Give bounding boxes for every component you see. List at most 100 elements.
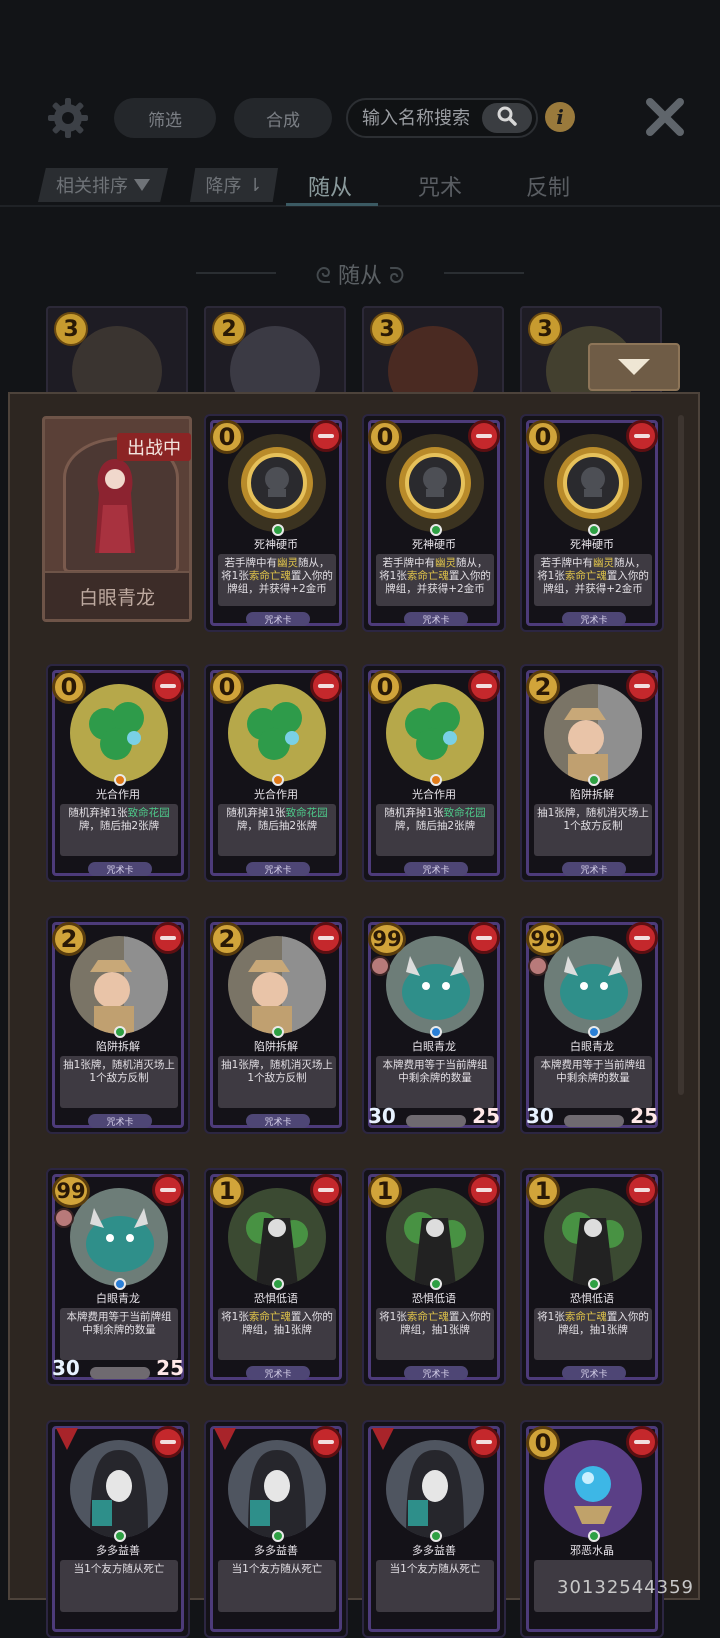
card-cost: 0 [368,420,402,454]
card-art [228,684,326,782]
remove-card-button[interactable] [310,922,342,954]
minus-icon [634,684,650,688]
tab-counters[interactable]: 反制 [526,170,570,202]
list-item[interactable]: 2 [204,306,346,402]
craft-button[interactable]: 合成 [234,98,332,138]
card-art [70,1440,168,1538]
deck-card[interactable]: 多多益善 当1个友方随从死亡 [204,1420,348,1638]
deck-card[interactable]: 1 恐惧低语 将1张索命亡魂置入你的牌组，抽1张牌 咒术卡 [520,1168,664,1386]
minus-icon [634,1440,650,1444]
hero-card[interactable]: 出战中 白眼青龙 [42,416,192,622]
card-gem [430,1026,442,1038]
remove-card-button[interactable] [152,1426,184,1458]
remove-card-button[interactable] [152,922,184,954]
card-gem [272,1026,284,1038]
list-item[interactable]: 3 [46,306,188,402]
card-type: 咒术卡 [562,862,626,876]
card-gem [430,1530,442,1542]
search-input[interactable] [360,106,492,130]
scrollbar[interactable] [678,415,684,1095]
remove-card-button[interactable] [152,1174,184,1206]
card-art [386,434,484,532]
remove-card-button[interactable] [468,922,500,954]
card-type: 咒术卡 [88,1114,152,1128]
deck-card[interactable]: 1 恐惧低语 将1张索命亡魂置入你的牌组，抽1张牌 咒术卡 [204,1168,348,1386]
filter-button[interactable]: 筛选 [114,98,216,138]
card-gem [272,774,284,786]
deck-card[interactable]: 0 死神硬币 若手牌中有幽灵随从，将1张索命亡魂置入你的牌组，并获得+2金币 咒术卡 [362,414,506,632]
card-description: 本牌费用等于当前牌组中剩余牌的数量 [60,1308,178,1360]
order-sort-button[interactable]: 降序 ⇂ [190,168,278,202]
card-cost: 99 [52,1174,90,1208]
remove-card-button[interactable] [468,670,500,702]
sort-desc-icon: ⇂ [247,174,263,196]
remove-card-button[interactable] [310,670,342,702]
card-type: 咒术卡 [246,1114,310,1128]
remove-card-button[interactable] [626,922,658,954]
minus-icon [318,1440,334,1444]
card-art [228,434,326,532]
info-icon[interactable]: i [545,102,575,132]
deck-card[interactable]: 0 光合作用 随机弃掉1张致命花园牌，随后抽2张牌 咒术卡 [204,664,348,882]
card-description: 当1个友方随从死亡 [376,1560,494,1612]
card-description: 本牌费用等于当前牌组中剩余牌的数量 [534,1056,652,1108]
card-art [228,936,326,1034]
card-description: 将1张索命亡魂置入你的牌组，抽1张牌 [376,1308,494,1360]
remove-card-button[interactable] [310,1174,342,1206]
minus-icon [634,434,650,438]
card-gem [588,1278,600,1290]
remove-card-button[interactable] [626,1174,658,1206]
deck-card[interactable]: 99 白眼青龙 本牌费用等于当前牌组中剩余牌的数量 30 25 [46,1168,190,1386]
remove-card-button[interactable] [626,670,658,702]
card-cost: 2 [210,922,244,956]
card-name: 陷阱拆解 [570,788,614,801]
deck-card[interactable]: 0 光合作用 随机弃掉1张致命花园牌，随后抽2张牌 咒术卡 [46,664,190,882]
card-description: 若手牌中有幽灵随从，将1张索命亡魂置入你的牌组，并获得+2金币 [218,554,336,606]
remove-card-button[interactable] [310,1426,342,1458]
tab-spells[interactable]: 咒术 [418,170,462,202]
remove-card-button[interactable] [468,420,500,452]
card-attack: 30 [368,1104,396,1128]
search-button[interactable] [482,103,532,133]
order-sort-label: 降序 [205,176,242,197]
deck-card[interactable]: 2 陷阱拆解 抽1张牌，随机消灭场上1个敌方反制 咒术卡 [520,664,664,882]
card-gem [588,524,600,536]
card-type: 咒术卡 [246,612,310,626]
gear-icon[interactable] [46,96,90,140]
close-icon[interactable] [646,98,684,136]
tab-minions[interactable]: 随从 [308,170,352,202]
card-art [70,936,168,1034]
remove-card-button[interactable] [626,1426,658,1458]
card-cost: 0 [526,420,560,454]
card-description: 抽1张牌，随机消灭场上1个敌方反制 [60,1056,178,1108]
search-icon [496,105,518,131]
remove-card-button[interactable] [310,420,342,452]
remove-card-button[interactable] [468,1426,500,1458]
list-item[interactable]: 3 [362,306,504,402]
remove-card-button[interactable] [468,1174,500,1206]
deck-card[interactable]: 99 白眼青龙 本牌费用等于当前牌组中剩余牌的数量 30 25 [362,916,506,1134]
section-title-text: 随从 [337,264,382,289]
deck-card[interactable]: 0 死神硬币 若手牌中有幽灵随从，将1张索命亡魂置入你的牌组，并获得+2金币 咒术卡 [520,414,664,632]
deck-card[interactable]: 0 死神硬币 若手牌中有幽灵随从，将1张索命亡魂置入你的牌组，并获得+2金币 咒术卡 [204,414,348,632]
deck-card[interactable]: 1 恐惧低语 将1张索命亡魂置入你的牌组，抽1张牌 咒术卡 [362,1168,506,1386]
deck-card[interactable]: 99 白眼青龙 本牌费用等于当前牌组中剩余牌的数量 30 25 [520,916,664,1134]
card-gem [114,774,126,786]
user-id-text: 30132544359 [557,1577,694,1598]
deck-card[interactable]: 0 光合作用 随机弃掉1张致命花园牌，随后抽2张牌 咒术卡 [362,664,506,882]
card-cost: 2 [526,670,560,704]
deck-card[interactable]: 多多益善 当1个友方随从死亡 [46,1420,190,1638]
deck-card[interactable]: 多多益善 当1个友方随从死亡 [362,1420,506,1638]
collapse-panel-button[interactable] [588,343,680,391]
triangle-down-icon [134,179,150,191]
deck-card[interactable]: 2 陷阱拆解 抽1张牌，随机消灭场上1个敌方反制 咒术卡 [46,916,190,1134]
card-gem [114,1278,126,1290]
deck-card[interactable]: 2 陷阱拆解 抽1张牌，随机消灭场上1个敌方反制 咒术卡 [204,916,348,1134]
card-cost: 0 [210,420,244,454]
remove-card-button[interactable] [152,670,184,702]
deck-card[interactable]: 0 邪恶水晶 [520,1420,664,1638]
card-description: 随机弃掉1张致命花园牌，随后抽2张牌 [376,804,494,856]
relevance-sort-button[interactable]: 相关排序 [38,168,168,202]
remove-card-button[interactable] [626,420,658,452]
card-art [70,684,168,782]
